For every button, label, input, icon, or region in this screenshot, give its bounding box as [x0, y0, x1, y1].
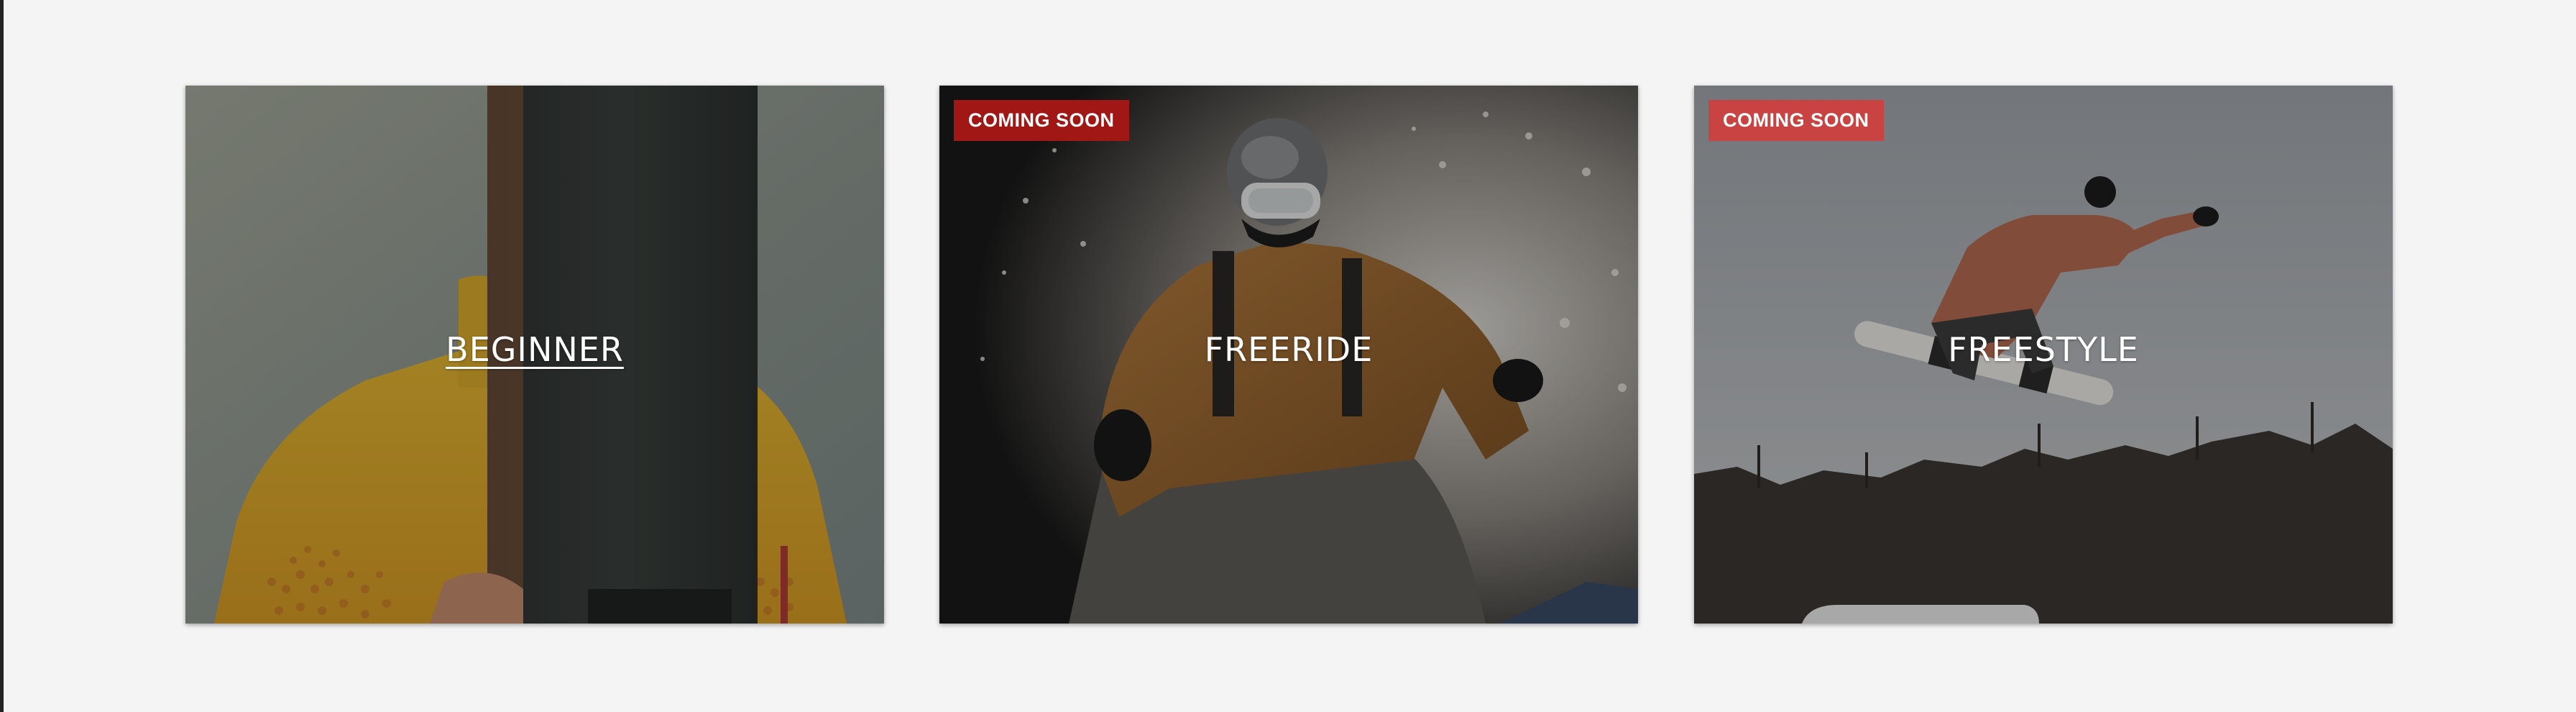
card-title-freeride[interactable]: FREERIDE [939, 330, 1638, 369]
coming-soon-badge: COMING SOON [1708, 100, 1884, 141]
window-left-edge [0, 0, 4, 712]
card-beginner[interactable]: BEGINNER [185, 86, 884, 624]
card-title-beginner[interactable]: BEGINNER [185, 330, 884, 369]
card-freestyle[interactable]: COMING SOON FREESTYLE [1694, 86, 2393, 624]
card-title-freestyle[interactable]: FREESTYLE [1694, 330, 2393, 369]
card-freeride[interactable]: COMING SOON FREERIDE [939, 86, 1638, 624]
coming-soon-badge: COMING SOON [954, 100, 1129, 141]
category-cards: BEGINNER COMING SOON FREERIDE COMING SOO… [185, 86, 2393, 624]
